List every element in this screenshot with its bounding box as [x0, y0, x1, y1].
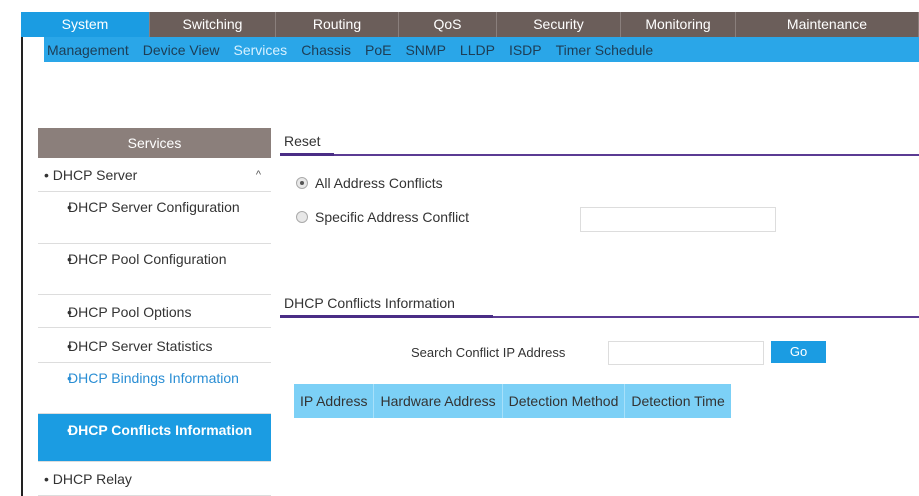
sidebar-item-label: DHCP Conflicts Information — [68, 422, 253, 438]
sidebar-item-dhcp-pool-configuration[interactable]: • DHCP Pool Configuration — [38, 244, 271, 295]
tab-security[interactable]: Security — [497, 12, 621, 37]
sidebar-item-dhcp-pool-options[interactable]: • DHCP Pool Options — [38, 295, 271, 328]
sidebar-item-dhcp-bindings-information[interactable]: • DHCP Bindings Information — [38, 363, 271, 414]
chevron-up-icon[interactable]: ^ — [256, 158, 261, 192]
subnav-management[interactable]: Management — [44, 42, 136, 58]
radio-selected-icon[interactable] — [296, 177, 308, 189]
search-conflict-input[interactable] — [608, 341, 764, 365]
subnav-poe[interactable]: PoE — [358, 42, 398, 58]
tab-switching[interactable]: Switching — [150, 12, 276, 37]
column-header-ip-address[interactable]: IP Address — [294, 384, 375, 418]
sidebar-item-dhcp-server[interactable]: • DHCP Server ^ — [38, 158, 271, 192]
conflicts-section-divider — [280, 315, 919, 318]
sidebar-item-label: DHCP Server Configuration — [68, 199, 240, 215]
sidebar-header: Services — [38, 128, 271, 158]
bullet: • — [67, 304, 72, 320]
radio-label: Specific Address Conflict — [315, 209, 470, 225]
subnav-isdp[interactable]: ISDP — [502, 42, 549, 58]
bullet: • — [67, 338, 72, 354]
subnav-device-view[interactable]: Device View — [136, 42, 227, 58]
radio-specific-address-conflict[interactable]: Specific Address Conflict — [296, 209, 469, 225]
bullet: • — [67, 370, 72, 386]
reset-section-divider — [280, 153, 919, 156]
go-button[interactable]: Go — [771, 341, 826, 363]
tab-routing[interactable]: Routing — [276, 12, 399, 37]
sidebar-item-dhcp-conflicts-information[interactable]: • DHCP Conflicts Information — [38, 414, 271, 462]
column-header-detection-time[interactable]: Detection Time — [625, 384, 730, 418]
sidebar-item-label: DHCP Server Statistics — [68, 338, 213, 354]
sidebar-item-dhcp-relay[interactable]: • DHCP Relay — [38, 462, 271, 496]
radio-all-address-conflicts[interactable]: All Address Conflicts — [296, 175, 443, 191]
bullet: • — [67, 199, 72, 215]
tab-qos[interactable]: QoS — [399, 12, 497, 37]
subnav-services[interactable]: Services — [227, 42, 295, 58]
sidebar-item-label: DHCP Relay — [52, 471, 132, 487]
tab-maintenance[interactable]: Maintenance — [736, 12, 919, 37]
bullet: • — [67, 422, 72, 438]
tab-monitoring[interactable]: Monitoring — [621, 12, 736, 37]
subnav-lldp[interactable]: LLDP — [453, 42, 502, 58]
subnav-snmp[interactable]: SNMP — [398, 42, 452, 58]
specific-address-input[interactable] — [580, 207, 776, 232]
radio-unselected-icon[interactable] — [296, 211, 308, 223]
column-header-hardware-address[interactable]: Hardware Address — [374, 384, 503, 418]
sidebar-item-label: DHCP Pool Options — [68, 304, 192, 320]
sidebar-item-dhcp-server-statistics[interactable]: • DHCP Server Statistics — [38, 328, 271, 363]
sidebar-item-label: DHCP Pool Configuration — [68, 251, 227, 267]
sub-nav: Management Device View Services Chassis … — [44, 37, 919, 62]
sidebar-item-label: DHCP Bindings Information — [68, 370, 239, 386]
main-nav: System Switching Routing QoS Security Mo… — [21, 12, 919, 37]
subnav-timer-schedule[interactable]: Timer Schedule — [549, 42, 661, 58]
sidebar: Services • DHCP Server ^ • DHCP Server C… — [38, 128, 271, 496]
bullet: • — [67, 251, 72, 267]
bullet: • — [44, 167, 49, 183]
sidebar-item-label: DHCP Server — [52, 167, 138, 183]
bullet: • — [44, 471, 49, 487]
tab-system[interactable]: System — [21, 12, 150, 37]
column-header-detection-method[interactable]: Detection Method — [503, 384, 626, 418]
subnav-chassis[interactable]: Chassis — [294, 42, 358, 58]
sidebar-item-dhcp-server-configuration[interactable]: • DHCP Server Configuration — [38, 192, 271, 244]
conflicts-table-header: IP Address Hardware Address Detection Me… — [294, 384, 731, 418]
radio-label: All Address Conflicts — [315, 175, 443, 191]
search-conflict-label: Search Conflict IP Address — [411, 345, 566, 360]
